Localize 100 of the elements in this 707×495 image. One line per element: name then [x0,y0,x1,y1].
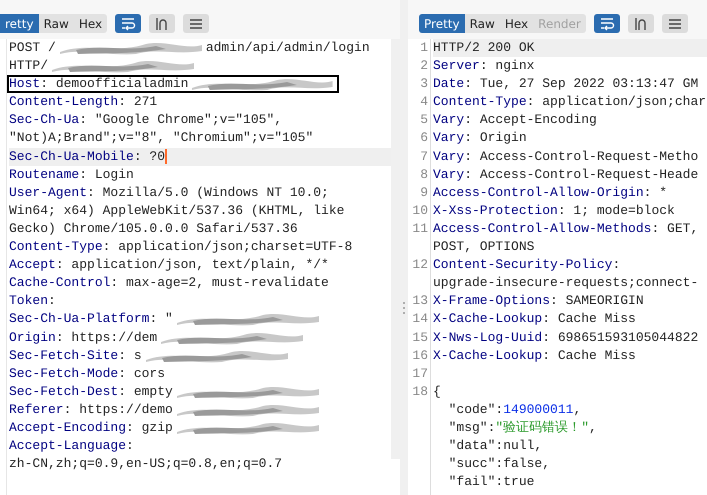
view-tab[interactable]: Hex [74,14,108,33]
header-name: X-Xss-Protection [433,202,558,220]
line-number: 15 [412,330,428,344]
code-text: "Not)A;Brand";v="8", "Chromium";v="105" [9,129,314,148]
header-name: User-Agent [9,184,88,202]
header-name: Sec-Ch-Ua [9,111,80,130]
line-number: 16 [412,348,428,363]
header-name: Date [433,75,464,94]
wrap-button[interactable] [594,14,620,33]
line-number: 11 [412,220,428,236]
header-name: Vary [433,166,464,184]
line-number: 7 [420,148,428,164]
line-number: 6 [420,130,428,146]
code-text: : demoofficialadmin [40,75,188,94]
code-text: : Access-Control-Request-Metho [464,148,698,166]
line-number: 10 [412,202,428,218]
code-text: : Login [79,166,134,184]
header-name: X-Frame-Options [433,292,550,310]
header-name: Access-Control-Allow-Methods [433,220,652,238]
code-text: "code": [448,400,504,419]
code-text: : Cache Miss [542,346,636,365]
header-name: Sec-Fetch-Dest [9,382,118,401]
code-text: : 271 [118,93,158,112]
code-text: POST / [9,39,56,57]
wrap-icon [598,16,615,32]
line-number: 5 [420,112,428,128]
newline-button[interactable] [628,14,654,33]
code-text: : max-age=2, must-revalidate [110,274,329,292]
header-name: Server [433,57,480,76]
code-text: "fail":true [448,473,534,492]
code-text: "data":null, [448,437,542,456]
code-text: Gecko) Chrome/105.0.0.0 Safari/537.36 [9,220,298,238]
code-text: : GET, [651,220,698,238]
view-tab[interactable]: Raw [38,14,74,33]
header-name: X-Nws-Log-Uuid [433,328,542,346]
code-text: upgrade-insecure-requests;connect- [433,274,698,292]
header-name: Vary [433,148,464,166]
header-name: Content-Security-Policy [433,256,612,274]
code-text: , [589,418,597,437]
header-name: Referer [9,400,64,419]
code-text: "验证码错误！" [495,418,590,437]
wrap-icon [120,16,136,32]
menu-button[interactable] [662,14,688,33]
code-text: : SAMEORIGIN [550,292,644,310]
code-text: : application/json;charset=UTF-8 [102,238,352,256]
header-name: Vary [433,129,464,148]
code-text: : " [149,310,173,328]
code-text: "succ":false, [448,455,550,474]
code-text: : Accept-Encoding [464,111,597,130]
header-name: Accept [9,256,56,274]
header-name: Content-Length [9,93,118,112]
code-text: Win64; x64) AppleWebKit/537.36 (KHTML, like [9,202,344,220]
code-text: : Origin [464,129,527,148]
header-name: Sec-Fetch-Mode [9,364,118,383]
view-tab[interactable]: Pretty [419,14,465,33]
line-number: 4 [420,94,428,110]
header-name: Token [9,292,48,310]
code-text: : [126,437,134,456]
line-number: 12 [412,257,428,272]
line-number: 14 [412,311,428,326]
line-number: 3 [420,76,428,92]
wrap-button[interactable] [115,14,142,33]
code-text: : 1; mode=block [558,202,675,220]
view-tab[interactable]: Raw [464,14,500,33]
code-text: : "Google Chrome";v="105", [79,111,282,130]
code-text: : Access-Control-Request-Heade [464,166,698,184]
code-text: HTTP/2 200 OK [433,39,534,57]
header-name: Content-Type [9,238,103,256]
code-text: : Mozilla/5.0 (Windows NT 10.0; [87,184,329,202]
line-number: 2 [420,58,428,74]
code-text: : https://demo [64,400,173,419]
header-name: Vary [433,111,464,130]
line-number: 17 [412,366,428,381]
menu-button[interactable] [183,14,210,33]
header-name: X-Cache-Lookup [433,346,542,365]
text-cursor [165,149,168,164]
code-text: : Tue, 27 Sep 2022 03:13:47 GM [464,75,698,94]
code-text: "msg": [448,418,496,437]
header-name: Origin [9,328,56,346]
newline-button[interactable] [149,14,176,33]
code-text: : ?0 [134,148,166,166]
header-name: Routename [9,166,80,184]
code-text: HTTP/ [9,57,48,76]
code-text: : nginx [480,57,534,76]
code-text: : https://dem [56,328,158,346]
code-text: : application/json;char [526,93,706,112]
code-text: : [612,256,620,274]
view-tab[interactable]: retty [0,14,39,33]
view-tab[interactable]: Hex [500,14,534,33]
code-text: : 698651593105044822 [542,328,698,346]
code-text: { [433,382,441,401]
code-text: : cors [118,364,166,383]
line-number: 8 [420,166,428,182]
line-number: 1 [420,40,428,55]
header-name: X-Cache-Lookup [433,310,542,328]
code-text: : * [644,184,668,202]
code-text: zh-CN,zh;q=0.9,en-US;q=0.8,en;q=0.7 [9,455,282,474]
code-text: : application/json, text/plain, */* [56,256,329,274]
header-name: Access-Control-Allow-Origin [433,184,644,202]
code-text: : empty [118,382,173,401]
